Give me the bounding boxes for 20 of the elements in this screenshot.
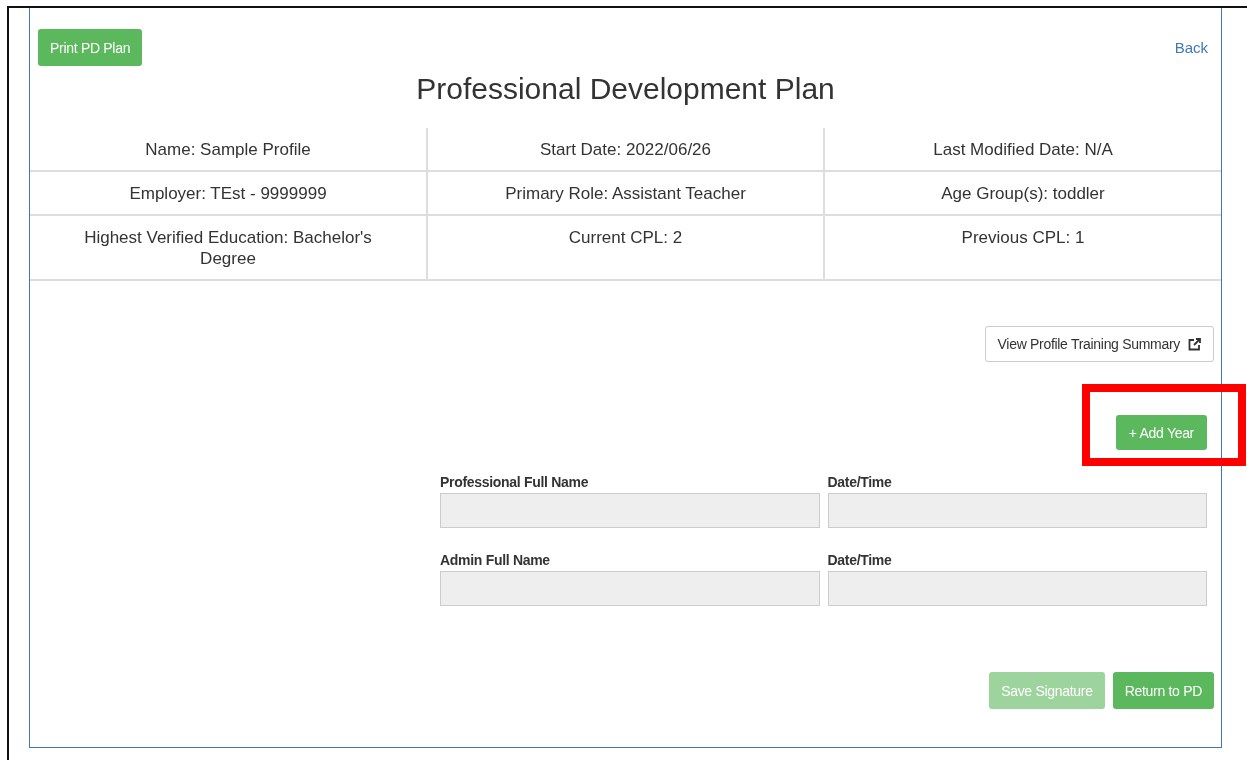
add-year-button[interactable]: + Add Year	[1115, 415, 1207, 450]
field-label: Professional Full Name	[440, 474, 590, 491]
field-label: Date/Time	[827, 552, 893, 569]
field-label: Date/Time	[827, 474, 893, 491]
training-summary-button[interactable]: View Profile Training Summary	[984, 326, 1214, 362]
back-link[interactable]: Back	[1174, 39, 1208, 56]
table-cell: Previous CPL: 1	[824, 215, 1221, 280]
page-title: Professional Development Plan	[415, 72, 836, 106]
return-button[interactable]: Return to PD	[1112, 672, 1214, 709]
table-cell: Highest Verified Education: Bachelor's Degree	[30, 215, 427, 280]
table-cell: Employer: TEst - 9999999	[30, 171, 427, 215]
table-cell: Name: Sample Profile	[30, 128, 427, 171]
table-cell: Current CPL: 2	[427, 215, 824, 280]
external-link-icon	[1188, 337, 1201, 351]
table-cell: Start Date: 2022/06/26	[427, 128, 824, 171]
table-cell: Last Modified Date: N/A	[824, 128, 1221, 171]
print-button[interactable]: Print PD Plan	[38, 29, 143, 66]
field-label: Admin Full Name	[440, 552, 551, 569]
table-cell: Primary Role: Assistant Teacher	[427, 171, 824, 215]
table-cell: Age Group(s): toddler	[824, 171, 1221, 215]
